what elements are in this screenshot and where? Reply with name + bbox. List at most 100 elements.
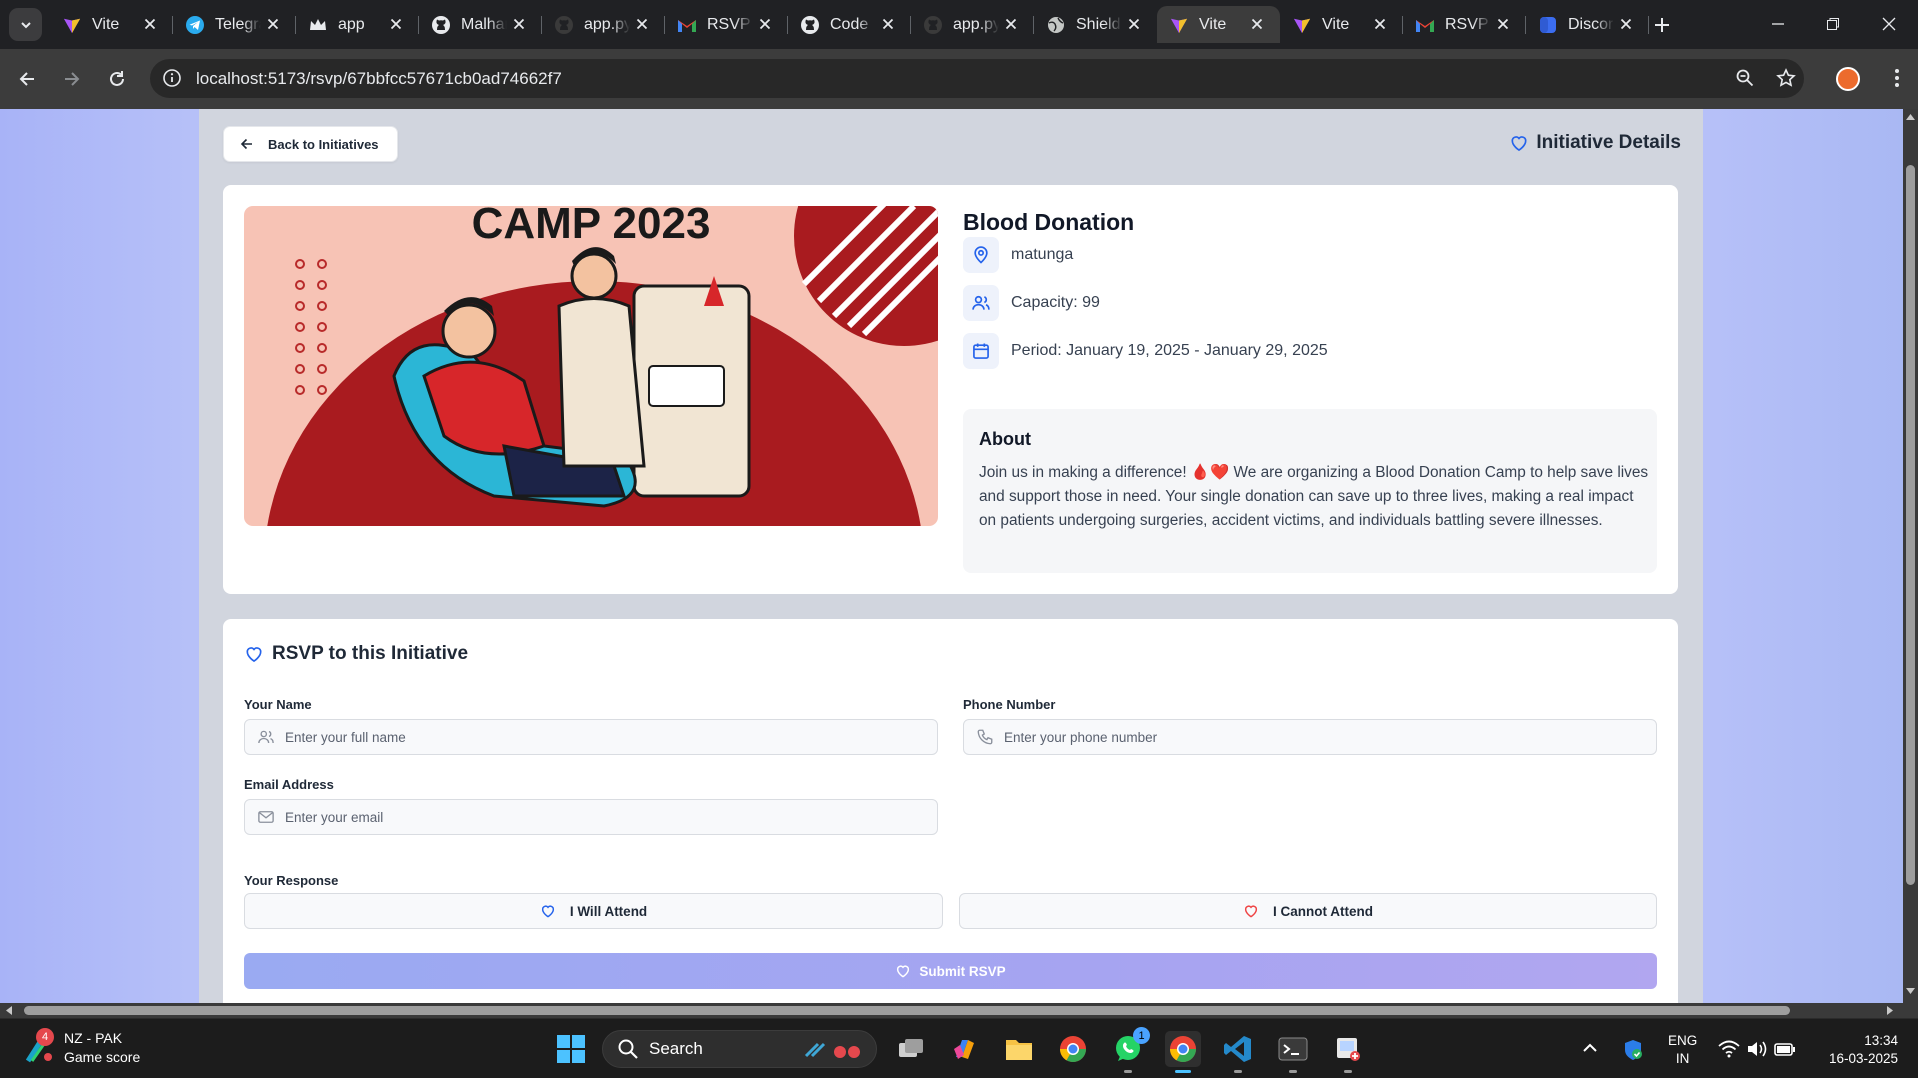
tab-close-icon[interactable]	[387, 15, 405, 33]
security-shield-icon[interactable]	[1622, 1039, 1644, 1061]
close-window-button[interactable]	[1877, 12, 1901, 36]
browser-tab[interactable]: Shield	[1034, 6, 1157, 43]
restore-button[interactable]	[1821, 12, 1845, 36]
docs-icon	[1538, 15, 1558, 35]
browser-tab[interactable]: app	[296, 6, 419, 43]
new-tab-button[interactable]	[1650, 13, 1674, 37]
vertical-scroll-thumb[interactable]	[1906, 165, 1915, 885]
taskbar-vscode[interactable]	[1220, 1031, 1256, 1073]
browser-tab[interactable]: Vite	[1280, 6, 1403, 43]
decline-button[interactable]: I Cannot Attend	[959, 893, 1657, 929]
about-title: About	[979, 429, 1031, 449]
tab-close-icon[interactable]	[1248, 15, 1266, 33]
terminal-icon	[1278, 1037, 1308, 1061]
tab-title: Malhar	[461, 15, 507, 33]
tab-search-button[interactable]	[9, 8, 42, 41]
zoom-icon[interactable]	[1735, 68, 1755, 88]
horizontal-scroll-thumb[interactable]	[24, 1006, 1790, 1015]
horizontal-scrollbar[interactable]	[0, 1003, 1903, 1018]
browser-tab[interactable]: Vite	[1157, 6, 1280, 43]
profile-avatar[interactable]	[1836, 67, 1860, 91]
name-field[interactable]	[244, 719, 938, 755]
wifi-icon[interactable]	[1718, 1040, 1740, 1058]
phone-field[interactable]	[963, 719, 1657, 755]
name-input[interactable]	[285, 729, 897, 745]
taskbar-file-explorer[interactable]	[1001, 1031, 1037, 1067]
arrow-left-icon	[240, 138, 252, 150]
tab-close-icon[interactable]	[1002, 15, 1020, 33]
scroll-right-arrow-icon[interactable]	[1886, 1006, 1894, 1015]
tab-close-icon[interactable]	[879, 15, 897, 33]
chrome-icon	[1169, 1036, 1197, 1063]
decline-label: I Cannot Attend	[1273, 903, 1373, 919]
copilot-icon	[954, 1040, 974, 1059]
tab-close-icon[interactable]	[264, 15, 282, 33]
location-row: matunga	[963, 237, 1073, 273]
email-field[interactable]	[244, 799, 938, 835]
event-banner-image: CAMP 2023	[244, 206, 938, 526]
browser-tab[interactable]: RSVP	[1403, 6, 1526, 43]
search-highlight-icon	[804, 1042, 860, 1058]
windows-logo-icon	[557, 1035, 585, 1063]
forward-nav-button[interactable]	[56, 63, 88, 95]
period-icon-box	[963, 333, 999, 369]
scroll-up-arrow-icon[interactable]	[1906, 113, 1915, 121]
scroll-down-arrow-icon[interactable]	[1906, 987, 1915, 995]
address-bar[interactable]: localhost:5173/rsvp/67bbfcc57671cb0ad746…	[150, 59, 1804, 98]
tab-close-icon[interactable]	[510, 15, 528, 33]
browser-tab[interactable]: app.py	[911, 6, 1034, 43]
start-button[interactable]	[556, 1034, 586, 1064]
event-capacity: Capacity: 99	[1011, 294, 1100, 311]
tab-close-icon[interactable]	[1494, 15, 1512, 33]
vertical-scrollbar[interactable]	[1903, 109, 1918, 1003]
tab-title: Vite	[92, 15, 120, 33]
more-menu-icon[interactable]	[1885, 66, 1909, 90]
browser-tab[interactable]: Malhar	[419, 6, 542, 43]
phone-input[interactable]	[1004, 729, 1616, 745]
reload-button[interactable]	[101, 63, 133, 95]
bookmark-star-icon[interactable]	[1776, 68, 1796, 88]
minimize-button[interactable]	[1766, 12, 1790, 36]
weather-widget[interactable]: 4 NZ - PAK Game score	[22, 1028, 140, 1067]
tab-close-icon[interactable]	[756, 15, 774, 33]
back-to-initiatives-button[interactable]: Back to Initiatives	[223, 126, 398, 162]
taskbar-snipping-tool[interactable]	[1330, 1031, 1366, 1073]
taskbar-whatsapp[interactable]: 1	[1110, 1027, 1150, 1073]
browser-tab[interactable]: Vite	[50, 6, 173, 43]
heart-icon	[541, 905, 554, 918]
taskbar-chrome-active[interactable]	[1165, 1031, 1201, 1073]
browser-tab[interactable]: Code	[788, 6, 911, 43]
volume-icon[interactable]	[1746, 1040, 1768, 1058]
browser-tab[interactable]: RSVP	[665, 6, 788, 43]
site-info-icon[interactable]	[162, 68, 182, 88]
email-input[interactable]	[285, 809, 897, 825]
attend-button[interactable]: I Will Attend	[244, 893, 943, 929]
tab-close-icon[interactable]	[633, 15, 651, 33]
event-details-card: CAMP 2023 Blood Donation matunga Capacit…	[223, 185, 1678, 594]
back-nav-button[interactable]	[11, 63, 43, 95]
tab-close-icon[interactable]	[1371, 15, 1389, 33]
tab-close-icon[interactable]	[1125, 15, 1143, 33]
taskbar-copilot[interactable]	[946, 1031, 982, 1067]
taskbar-search[interactable]: Search	[602, 1030, 877, 1068]
taskbar-terminal[interactable]	[1275, 1031, 1311, 1073]
tab-title: Code	[830, 15, 869, 33]
taskbar-chrome[interactable]	[1055, 1031, 1091, 1067]
tab-close-icon[interactable]	[141, 15, 159, 33]
phone-icon	[977, 729, 993, 745]
heart-icon	[1511, 136, 1527, 152]
attend-label: I Will Attend	[569, 903, 648, 919]
browser-tab[interactable]: app.py	[542, 6, 665, 43]
browser-tab[interactable]: Telegram	[173, 6, 296, 43]
submit-rsvp-button[interactable]: Submit RSVP	[244, 953, 1657, 989]
system-clock[interactable]: 13:34 16-03-2025	[1810, 1032, 1898, 1068]
language-indicator[interactable]: ENG IN	[1668, 1032, 1697, 1068]
arrow-right-icon	[65, 72, 80, 86]
scroll-left-arrow-icon[interactable]	[5, 1006, 13, 1015]
taskbar-task-view[interactable]	[893, 1031, 929, 1067]
battery-icon[interactable]	[1774, 1041, 1796, 1057]
tab-close-icon[interactable]	[1617, 15, 1635, 33]
browser-tab[interactable]: Discord	[1526, 6, 1649, 43]
url-text[interactable]: localhost:5173/rsvp/67bbfcc57671cb0ad746…	[196, 69, 562, 89]
chevron-up-icon[interactable]	[1582, 1042, 1598, 1054]
